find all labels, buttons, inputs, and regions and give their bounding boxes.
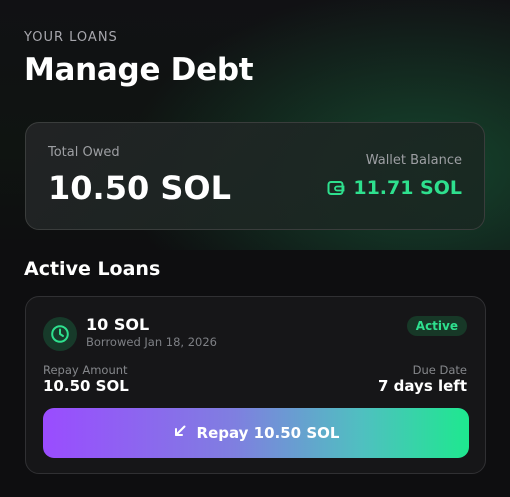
loan-borrowed-date: Borrowed Jan 18, 2026: [86, 335, 217, 349]
loan-card: 10 SOL Borrowed Jan 18, 2026 Active Repa…: [25, 296, 486, 474]
wallet-icon: [327, 180, 345, 196]
loan-amount: 10 SOL: [86, 315, 150, 334]
repay-amount-label: Repay Amount: [43, 363, 128, 377]
due-date-label: Due Date: [412, 363, 467, 377]
wallet-balance-label: Wallet Balance: [365, 153, 462, 168]
total-owed-card: Total Owed 10.50 SOL Wallet Balance 11.7…: [25, 122, 485, 230]
active-loans-title: Active Loans: [24, 258, 161, 280]
repay-button[interactable]: Repay 10.50 SOL: [43, 408, 469, 458]
arrow-down-left-icon: [173, 424, 187, 442]
manage-debt-page: YOUR LOANS Manage Debt Total Owed 10.50 …: [0, 0, 510, 497]
total-owed-value: 10.50 SOL: [48, 169, 231, 207]
repay-amount-value: 10.50 SOL: [43, 377, 129, 395]
page-title: Manage Debt: [24, 52, 254, 88]
repay-button-label: Repay 10.50 SOL: [196, 424, 340, 442]
wallet-balance-row: 11.71 SOL: [327, 177, 462, 199]
page-eyebrow: YOUR LOANS: [24, 30, 118, 45]
due-date-value: 7 days left: [378, 377, 467, 395]
clock-icon: [43, 317, 77, 351]
total-owed-label: Total Owed: [48, 145, 120, 160]
wallet-balance-value: 11.71 SOL: [353, 177, 462, 199]
status-badge: Active: [406, 316, 467, 336]
